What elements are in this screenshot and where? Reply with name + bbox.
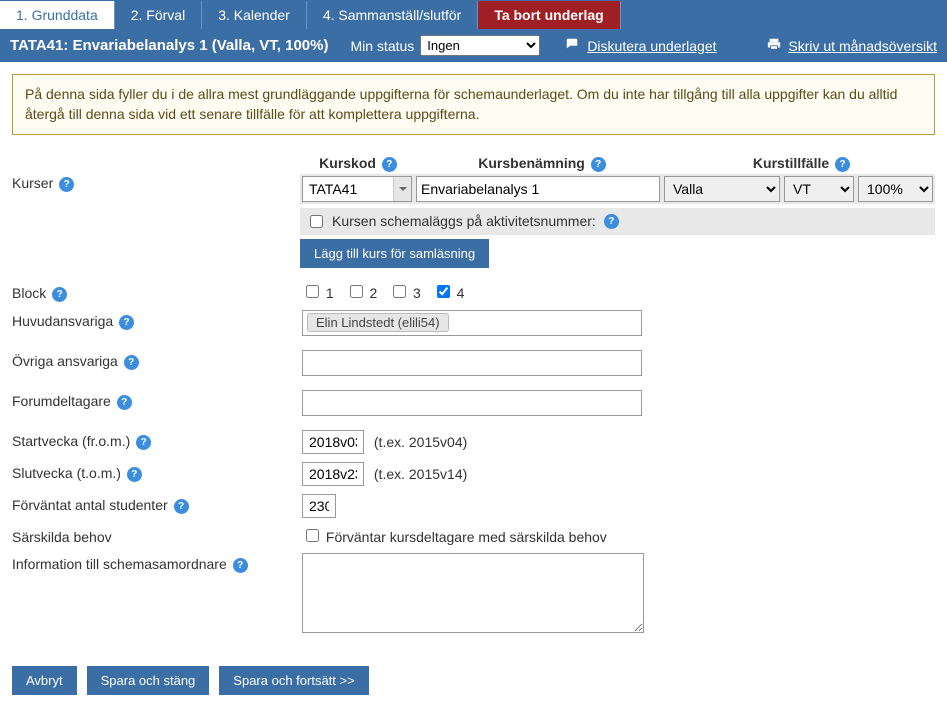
forum-input[interactable]: [302, 390, 642, 416]
help-icon[interactable]: ?: [382, 157, 397, 172]
sarskilda-cb-label: Förväntar kursdeltagare med särskilda be…: [326, 529, 607, 545]
speech-icon: [565, 37, 579, 51]
responsible-tag[interactable]: Elin Lindstedt (elili54): [307, 313, 449, 332]
help-icon[interactable]: ?: [233, 558, 248, 573]
add-course-button[interactable]: Lägg till kurs för samläsning: [300, 239, 489, 268]
tab-kalender[interactable]: 3. Kalender: [202, 1, 307, 29]
printer-icon: [767, 37, 781, 51]
discuss-link[interactable]: Diskutera underlaget: [587, 38, 716, 54]
tab-grunddata[interactable]: 1. Grunddata: [0, 1, 115, 29]
kurskod-combo[interactable]: [302, 176, 412, 202]
campus-select[interactable]: Valla: [664, 176, 780, 202]
help-icon[interactable]: ?: [591, 157, 606, 172]
block-label: Block: [12, 285, 46, 301]
sub-bar: TATA41: Envariabelanalys 1 (Valla, VT, 1…: [0, 29, 947, 62]
status-select[interactable]: Ingen: [420, 35, 540, 56]
startvecka-label: Startvecka (fr.o.m.): [12, 433, 130, 449]
kurser-label: Kurser: [12, 175, 53, 191]
help-icon[interactable]: ?: [117, 395, 132, 410]
huvudansvariga-label: Huvudansvariga: [12, 313, 113, 329]
block-1-checkbox[interactable]: [306, 285, 319, 298]
chevron-down-icon[interactable]: [393, 177, 411, 201]
startvecka-hint: (t.ex. 2015v04): [374, 434, 467, 450]
block-2-checkbox[interactable]: [350, 285, 363, 298]
top-tabs: 1. Grunddata 2. Förval 3. Kalender 4. Sa…: [0, 0, 947, 29]
ovriga-input[interactable]: [302, 350, 642, 376]
save-close-button[interactable]: Spara och stäng: [87, 666, 210, 695]
sarskilda-label: Särskilda behov: [12, 529, 112, 545]
schedule-activity-checkbox[interactable]: [310, 215, 323, 228]
forvantat-label: Förväntat antal studenter: [12, 497, 168, 513]
kurstillfalle-header: Kurstillfälle: [753, 155, 829, 171]
help-icon[interactable]: ?: [604, 214, 619, 229]
print-link-wrap: Skriv ut månadsöversikt: [767, 37, 938, 54]
help-icon[interactable]: ?: [127, 467, 142, 482]
block-4-checkbox[interactable]: [437, 285, 450, 298]
save-continue-button[interactable]: Spara och fortsätt >>: [219, 666, 368, 695]
slutvecka-input[interactable]: [302, 462, 364, 486]
kurskod-input[interactable]: [303, 177, 393, 201]
kursbenamning-input[interactable]: [416, 176, 660, 202]
ovriga-label: Övriga ansvariga: [12, 353, 118, 369]
help-icon[interactable]: ?: [174, 499, 189, 514]
startvecka-input[interactable]: [302, 430, 364, 454]
help-icon[interactable]: ?: [119, 315, 134, 330]
kurskod-header: Kurskod: [319, 155, 376, 171]
students-input[interactable]: [302, 494, 336, 518]
help-icon[interactable]: ?: [835, 157, 850, 172]
term-select[interactable]: VT: [784, 176, 854, 202]
forum-label: Forumdeltagare: [12, 393, 111, 409]
schedule-activity-label: Kursen schemaläggs på aktivitetsnummer:: [332, 213, 596, 229]
tab-sammanstall[interactable]: 4. Sammanställ/slutför: [307, 1, 479, 29]
discuss-link-wrap: Diskutera underlaget: [565, 37, 716, 54]
kursbenamning-header: Kursbenämning: [478, 155, 585, 171]
page-title: TATA41: Envariabelanalys 1 (Valla, VT, 1…: [10, 37, 328, 54]
info-box: På denna sida fyller du i de allra mest …: [12, 74, 935, 135]
help-icon[interactable]: ?: [124, 355, 139, 370]
info-coord-label: Information till schemasamordnare: [12, 556, 227, 572]
slutvecka-label: Slutvecka (t.o.m.): [12, 465, 121, 481]
help-icon[interactable]: ?: [59, 177, 74, 192]
cancel-button[interactable]: Avbryt: [12, 666, 77, 695]
remove-underlag-button[interactable]: Ta bort underlag: [478, 1, 620, 29]
pace-select[interactable]: 100%: [858, 176, 933, 202]
help-icon[interactable]: ?: [136, 435, 151, 450]
help-icon[interactable]: ?: [52, 287, 67, 302]
print-link[interactable]: Skriv ut månadsöversikt: [788, 38, 937, 54]
info-coord-textarea[interactable]: [302, 553, 644, 633]
status-label: Min status: [350, 38, 414, 54]
tab-forval[interactable]: 2. Förval: [115, 1, 202, 29]
block-3-checkbox[interactable]: [393, 285, 406, 298]
slutvecka-hint: (t.ex. 2015v14): [374, 466, 467, 482]
huvudansvariga-input[interactable]: Elin Lindstedt (elili54): [302, 310, 642, 336]
sarskilda-checkbox[interactable]: [306, 529, 319, 542]
